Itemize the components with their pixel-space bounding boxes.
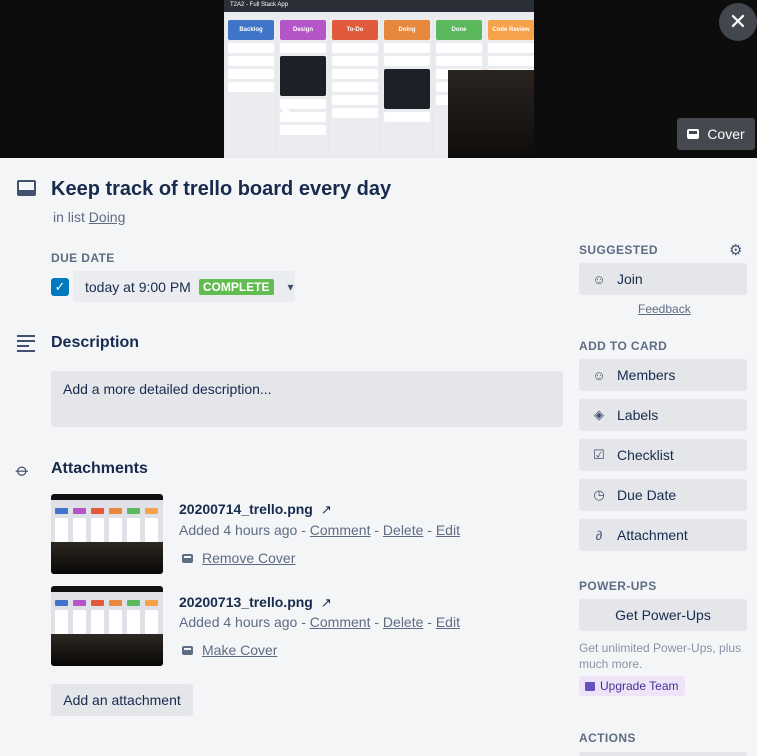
cover-mini-card xyxy=(332,69,378,79)
cover-photo-area xyxy=(448,70,534,158)
card-cover: T2A2 - Full Stack App Backlog Design To-Do… xyxy=(0,0,757,158)
check-icon: ✓ xyxy=(54,279,66,294)
checklist-icon: ☑ xyxy=(593,447,605,462)
card-icon xyxy=(182,645,193,655)
cover-mini-card xyxy=(228,56,274,66)
cover-list-header: Done xyxy=(436,20,482,40)
cover-list-column: Backlog xyxy=(226,14,276,156)
suggested-label: SUGGESTED xyxy=(579,243,658,257)
make-cover-button[interactable]: Make Cover xyxy=(182,642,277,658)
card-icon xyxy=(17,180,36,196)
cover-mini-card xyxy=(332,43,378,53)
cover-mini-card xyxy=(332,82,378,92)
cover-mini-card xyxy=(488,43,534,53)
close-icon: ✕ xyxy=(728,9,748,34)
upgrade-team-button[interactable]: Upgrade Team xyxy=(579,676,685,696)
power-ups-note: Get unlimited Power-Ups, plus much more. xyxy=(579,641,742,671)
person-icon: ☺ xyxy=(592,271,606,287)
list-link[interactable]: Doing xyxy=(89,209,126,225)
members-button[interactable]: ☺ Members xyxy=(579,359,747,391)
cover-button[interactable]: Cover xyxy=(677,118,755,150)
attachment-name[interactable]: 20200713_trello.png ↗ xyxy=(179,594,332,611)
cover-mini-card xyxy=(436,56,482,66)
cover-mini-card xyxy=(280,43,326,53)
cover-mini-card xyxy=(384,56,430,66)
cover-list-header: To-Do xyxy=(332,20,378,40)
status-badge: COMPLETE xyxy=(198,278,274,295)
cover-list-column: Doing xyxy=(382,14,432,156)
add-to-card-label: ADD TO CARD xyxy=(579,339,668,353)
due-date-value: today at 9:00 PM xyxy=(85,278,191,295)
external-link-icon[interactable]: ↗ xyxy=(321,595,332,610)
cover-mini-card xyxy=(488,56,534,66)
cover-mini-card xyxy=(332,108,378,118)
cover-image: T2A2 - Full Stack App Backlog Design To-Do… xyxy=(224,0,534,158)
tag-icon: ◈ xyxy=(594,407,604,422)
actions-label: ACTIONS xyxy=(579,731,636,745)
paperclip-icon: ∂ xyxy=(595,527,603,543)
paperclip-icon: ⌀ xyxy=(11,459,34,482)
attachment-name[interactable]: 20200714_trello.png ↗ xyxy=(179,501,332,518)
feedback-link[interactable]: Feedback xyxy=(638,302,691,316)
card-title[interactable]: Keep track of trello board every day xyxy=(51,178,391,201)
person-icon: ☺ xyxy=(592,367,606,383)
delete-link[interactable]: Delete xyxy=(383,614,423,630)
remove-cover-button[interactable]: Remove Cover xyxy=(182,550,295,566)
edit-link[interactable]: Edit xyxy=(436,522,460,538)
delete-link[interactable]: Delete xyxy=(383,522,423,538)
attachment-thumbnail[interactable] xyxy=(51,494,163,574)
attachments-heading: Attachments xyxy=(51,460,148,477)
in-list-text: in list Doing xyxy=(53,209,126,225)
comment-link[interactable]: Comment xyxy=(310,522,371,538)
card-icon xyxy=(687,129,700,139)
cover-mini-card xyxy=(280,56,326,96)
cover-list-header: Design xyxy=(280,20,326,40)
card-icon xyxy=(182,553,193,563)
join-button[interactable]: ☺ Join xyxy=(579,263,747,295)
gear-icon[interactable]: ⚙ xyxy=(729,241,742,259)
clock-icon: ◷ xyxy=(593,487,605,502)
close-button[interactable]: ✕ xyxy=(719,3,757,41)
cover-button-label: Cover xyxy=(707,126,745,142)
due-date-button[interactable]: today at 9:00 PM COMPLETE ▾ xyxy=(73,271,295,302)
cover-mini-card xyxy=(436,43,482,53)
cover-mini-card xyxy=(384,112,430,122)
cover-mini-card xyxy=(332,56,378,66)
get-power-ups-button[interactable]: Get Power-Ups xyxy=(579,599,747,631)
attachment-meta: Added 4 hours ago - Comment - Delete - E… xyxy=(179,614,460,630)
edit-link[interactable]: Edit xyxy=(436,614,460,630)
external-link-icon[interactable]: ↗ xyxy=(321,502,332,517)
attachment-button[interactable]: ∂ Attachment xyxy=(579,519,747,551)
cover-list-header: Doing xyxy=(384,20,430,40)
due-date-label: DUE DATE xyxy=(51,251,115,265)
cover-mini-card xyxy=(384,43,430,53)
cover-list-header: Backlog xyxy=(228,20,274,40)
due-complete-checkbox[interactable]: ✓ xyxy=(51,278,69,296)
briefcase-icon xyxy=(585,681,595,691)
description-input[interactable]: Add a more detailed description... xyxy=(51,371,563,427)
comment-link[interactable]: Comment xyxy=(310,614,371,630)
cover-list-column: To-Do xyxy=(330,14,380,156)
description-icon xyxy=(17,335,35,355)
labels-button[interactable]: ◈ Labels xyxy=(579,399,747,431)
cover-list-header: Code Review xyxy=(488,20,534,40)
attachment-thumbnail[interactable] xyxy=(51,586,163,666)
cover-mini-card xyxy=(228,82,274,92)
cover-board-title: T2A2 - Full Stack App xyxy=(230,2,289,8)
description-heading: Description xyxy=(51,334,140,351)
cover-mini-card xyxy=(228,43,274,53)
power-ups-label: POWER-UPS xyxy=(579,579,657,593)
actions-button[interactable] xyxy=(579,752,747,756)
cover-mini-card xyxy=(332,95,378,105)
cover-mini-card xyxy=(280,125,326,135)
cover-list-column: Design xyxy=(278,14,328,156)
add-attachment-button[interactable]: Add an attachment xyxy=(51,684,193,716)
chevron-down-icon: ▾ xyxy=(287,279,294,294)
cover-mini-card xyxy=(228,69,274,79)
cover-mini-card xyxy=(384,69,430,109)
attachment-meta: Added 4 hours ago - Comment - Delete - E… xyxy=(179,522,460,538)
due-date-sidebar-button[interactable]: ◷ Due Date xyxy=(579,479,747,511)
checklist-button[interactable]: ☑ Checklist xyxy=(579,439,747,471)
